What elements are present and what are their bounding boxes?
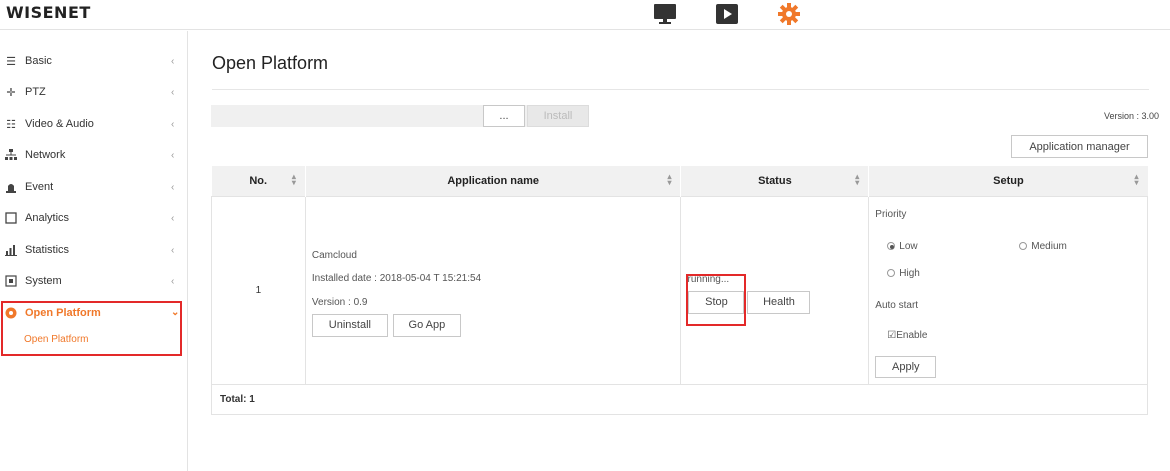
- chevron-left-icon: ‹: [171, 244, 175, 256]
- table-total-row: Total: 1: [211, 383, 1148, 415]
- highlight-box-stop: [686, 273, 747, 326]
- sidebar-item-label: Analytics: [25, 212, 70, 224]
- table-row: 1 Camcloud Installed date : 2018-05-04 T…: [211, 195, 1148, 385]
- sidebar: ☰ Basic ‹ ✛ PTZ ‹ ☷ Video & Audio ‹ Netw…: [0, 31, 188, 471]
- sidebar-item-label: Network: [25, 149, 66, 161]
- chevron-left-icon: ‹: [171, 181, 175, 193]
- sidebar-item-label: Statistics: [25, 244, 70, 256]
- sidebar-item-label: Video & Audio: [25, 118, 94, 130]
- go-app-button[interactable]: Go App: [392, 313, 461, 337]
- sidebar-item-network[interactable]: Network ‹: [0, 140, 188, 170]
- network-icon: [4, 148, 18, 162]
- monitor-icon[interactable]: [652, 2, 678, 26]
- sidebar-item-label: System: [25, 275, 62, 287]
- column-header-setup[interactable]: Setup ▴ ▾: [868, 166, 1148, 196]
- application-manager-button[interactable]: Application manager: [1011, 135, 1148, 158]
- installed-date: Installed date : 2018-05-04 T 15:21:54: [311, 272, 482, 284]
- sidebar-item-ptz[interactable]: ✛ PTZ ‹: [0, 77, 188, 107]
- column-header-application-name[interactable]: Application name ▴ ▾: [304, 166, 681, 196]
- bar-chart-icon: [4, 243, 18, 257]
- play-icon[interactable]: [714, 2, 740, 26]
- video-icon: ☷: [6, 118, 16, 131]
- cell-application: Camcloud Installed date : 2018-05-04 T 1…: [304, 195, 682, 385]
- browse-button[interactable]: ...: [483, 105, 525, 127]
- sort-icon[interactable]: ▴ ▾: [1134, 173, 1138, 187]
- main-content: Open Platform ... Install Version : 3.00…: [189, 31, 1170, 471]
- gear-icon[interactable]: [776, 2, 802, 26]
- priority-label: Priority: [875, 208, 907, 220]
- system-icon: [4, 274, 18, 288]
- application-table: No. ▴ ▾ Application name ▴ ▾ Status ▴ ▾ Set…: [211, 166, 1148, 415]
- health-button[interactable]: Health: [747, 290, 811, 314]
- sidebar-item-label: PTZ: [25, 86, 46, 98]
- total-count: Total: 1: [211, 383, 1148, 415]
- sidebar-item-analytics[interactable]: Analytics ‹: [0, 203, 188, 233]
- cell-no: 1: [211, 195, 306, 385]
- chevron-left-icon: ‹: [171, 149, 175, 161]
- checkbox-checked-icon: ☑: [887, 329, 897, 341]
- radio-selected-icon: [887, 241, 896, 250]
- chevron-left-icon: ‹: [171, 275, 175, 287]
- cell-status: running... Stop Health: [680, 195, 870, 385]
- top-bar: WISENET: [0, 0, 1170, 30]
- radio-icon: [1019, 241, 1028, 250]
- cell-setup: Priority Low Medium High Auto start ☑Ena…: [868, 195, 1148, 385]
- column-header-status[interactable]: Status ▴ ▾: [680, 166, 869, 196]
- sidebar-item-event[interactable]: Event ‹: [0, 172, 188, 202]
- sort-icon[interactable]: ▴ ▾: [292, 173, 296, 187]
- page-title: Open Platform: [212, 53, 329, 73]
- analytics-icon: [4, 211, 18, 225]
- sidebar-item-label: Event: [25, 181, 54, 193]
- version-text: Version : 3.00: [1103, 111, 1159, 121]
- apply-button[interactable]: Apply: [875, 355, 937, 378]
- highlight-box-open-platform: [1, 301, 182, 356]
- list-icon: ☰: [6, 55, 16, 68]
- uninstall-button[interactable]: Uninstall: [311, 313, 388, 337]
- column-header-no[interactable]: No. ▴ ▾: [211, 166, 306, 196]
- move-icon: ✛: [6, 86, 16, 99]
- app-version: Version : 0.9: [311, 296, 368, 308]
- sidebar-item-video-audio[interactable]: ☷ Video & Audio ‹: [0, 109, 188, 139]
- sort-icon[interactable]: ▴ ▾: [667, 173, 671, 187]
- chevron-left-icon: ‹: [171, 55, 175, 67]
- chevron-left-icon: ‹: [171, 212, 175, 224]
- sidebar-item-label: Basic: [25, 55, 52, 67]
- chevron-left-icon: ‹: [171, 118, 175, 130]
- siren-icon: [4, 180, 18, 194]
- priority-medium-radio[interactable]: Medium: [1019, 241, 1067, 252]
- sidebar-item-system[interactable]: System ‹: [0, 266, 188, 296]
- wisenet-logo: WISENET: [6, 3, 91, 22]
- sidebar-item-basic[interactable]: ☰ Basic ‹: [0, 46, 188, 76]
- title-divider: [212, 89, 1149, 90]
- enable-checkbox[interactable]: ☑Enable: [887, 330, 927, 341]
- sidebar-item-statistics[interactable]: Statistics ‹: [0, 235, 188, 265]
- app-name: Camcloud: [311, 249, 357, 261]
- priority-high-radio[interactable]: High: [887, 268, 920, 279]
- install-button[interactable]: Install: [527, 105, 589, 127]
- radio-icon: [887, 268, 896, 277]
- auto-start-label: Auto start: [875, 299, 919, 311]
- priority-low-radio[interactable]: Low: [887, 241, 918, 252]
- chevron-left-icon: ‹: [171, 86, 175, 98]
- sort-icon[interactable]: ▴ ▾: [855, 173, 859, 187]
